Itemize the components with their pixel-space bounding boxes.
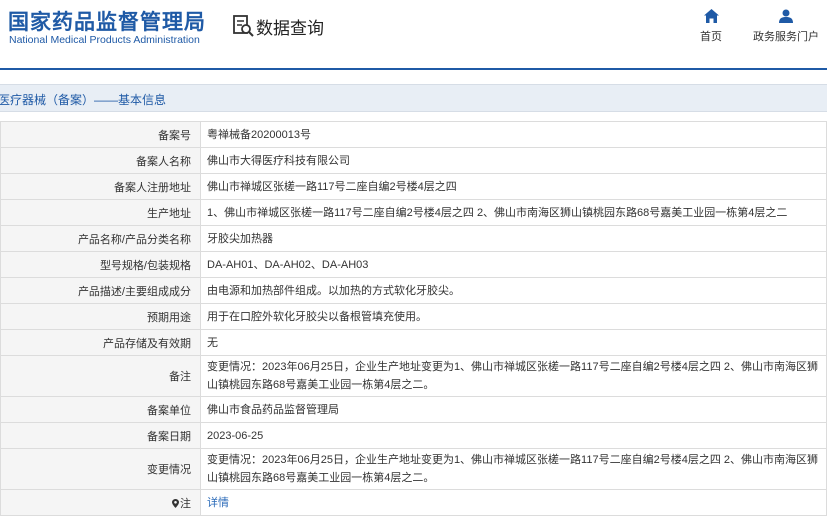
note-label-cell: 注 xyxy=(0,489,201,516)
row-value: 牙胶尖加热器 xyxy=(200,225,827,252)
row-label: 备案单位 xyxy=(0,396,201,423)
table-row: 备案人名称 佛山市大得医疗科技有限公司 xyxy=(0,147,827,174)
nav-home-label: 首页 xyxy=(700,31,722,43)
row-label: 产品描述/主要组成成分 xyxy=(0,277,201,304)
row-value: 详情 xyxy=(200,489,827,516)
page-title: 数据查询 xyxy=(256,19,324,38)
details-link[interactable]: 详情 xyxy=(207,497,229,509)
home-icon xyxy=(703,9,719,23)
row-label: 备案日期 xyxy=(0,422,201,449)
row-value: 1、佛山市禅城区张槎一路117号二座自编2号楼4层之四 2、佛山市南海区狮山镇桃… xyxy=(200,199,827,226)
row-value: 用于在口腔外软化牙胶尖以备根管填充使用。 xyxy=(200,303,827,330)
nav-portal-label: 政务服务门户 xyxy=(753,31,819,43)
table-row: 预期用途 用于在口腔外软化牙胶尖以备根管填充使用。 xyxy=(0,303,827,330)
search-document-icon xyxy=(233,15,254,37)
site-header: 国家药品监督管理局 National Medical Products Admi… xyxy=(0,0,827,67)
row-label: 备注 xyxy=(0,355,201,397)
location-pin-icon xyxy=(172,498,179,508)
table-row: 备案单位 佛山市食品药品监督管理局 xyxy=(0,396,827,423)
table-row: 产品名称/产品分类名称 牙胶尖加热器 xyxy=(0,225,827,252)
table-row: 备案号 粤禅械备20200013号 xyxy=(0,121,827,148)
nav-service-portal[interactable]: 政务服务门户 xyxy=(750,9,822,44)
table-row: 备案人注册地址 佛山市禅城区张槎一路117号二座自编2号楼4层之四 xyxy=(0,173,827,200)
row-label: 变更情况 xyxy=(0,448,201,490)
row-value: 由电源和加热部件组成。以加热的方式软化牙胶尖。 xyxy=(200,277,827,304)
nav-home[interactable]: 首页 xyxy=(696,9,726,44)
row-value: 变更情况：2023年06月25日，企业生产地址变更为1、佛山市禅城区张槎一路11… xyxy=(200,355,827,397)
row-label: 备案人注册地址 xyxy=(0,173,201,200)
row-label: 型号规格/包装规格 xyxy=(0,251,201,278)
table-row: 备注 变更情况：2023年06月25日，企业生产地址变更为1、佛山市禅城区张槎一… xyxy=(0,355,827,397)
row-value: 佛山市食品药品监督管理局 xyxy=(200,396,827,423)
row-value: 粤禅械备20200013号 xyxy=(200,121,827,148)
row-value: 变更情况：2023年06月25日，企业生产地址变更为1、佛山市禅城区张槎一路11… xyxy=(200,448,827,490)
table-row: 备案日期 2023-06-25 xyxy=(0,422,827,449)
row-value: 2023-06-25 xyxy=(200,422,827,449)
row-label: 生产地址 xyxy=(0,199,201,226)
row-label: 产品存储及有效期 xyxy=(0,329,201,356)
table-row: 生产地址 1、佛山市禅城区张槎一路117号二座自编2号楼4层之四 2、佛山市南海… xyxy=(0,199,827,226)
row-value: 佛山市大得医疗科技有限公司 xyxy=(200,147,827,174)
row-value: DA-AH01、DA-AH02、DA-AH03 xyxy=(200,251,827,278)
table-row: 变更情况 变更情况：2023年06月25日，企业生产地址变更为1、佛山市禅城区张… xyxy=(0,448,827,490)
table-row: 产品存储及有效期 无 xyxy=(0,329,827,356)
row-label: 预期用途 xyxy=(0,303,201,330)
row-value: 佛山市禅城区张槎一路117号二座自编2号楼4层之四 xyxy=(200,173,827,200)
agency-logo-name-en[interactable]: National Medical Products Administration xyxy=(9,34,200,46)
table-row: 产品描述/主要组成成分 由电源和加热部件组成。以加热的方式软化牙胶尖。 xyxy=(0,277,827,304)
row-label: 注 xyxy=(180,497,191,510)
record-detail-table: 备案号 粤禅械备20200013号 备案人名称 佛山市大得医疗科技有限公司 备案… xyxy=(0,121,827,516)
table-row: 注 详情 xyxy=(0,489,827,516)
section-title: 医疗器械（备案）——基本信息 xyxy=(0,93,167,107)
header-divider xyxy=(0,68,827,70)
section-header: 医疗器械（备案）——基本信息 xyxy=(0,84,827,112)
row-label: 产品名称/产品分类名称 xyxy=(0,225,201,252)
row-label: 备案人名称 xyxy=(0,147,201,174)
row-value: 无 xyxy=(200,329,827,356)
user-icon xyxy=(779,9,793,23)
row-label: 备案号 xyxy=(0,121,201,148)
table-row: 型号规格/包装规格 DA-AH01、DA-AH02、DA-AH03 xyxy=(0,251,827,278)
agency-logo-name[interactable]: 国家药品监督管理局 xyxy=(8,6,206,36)
